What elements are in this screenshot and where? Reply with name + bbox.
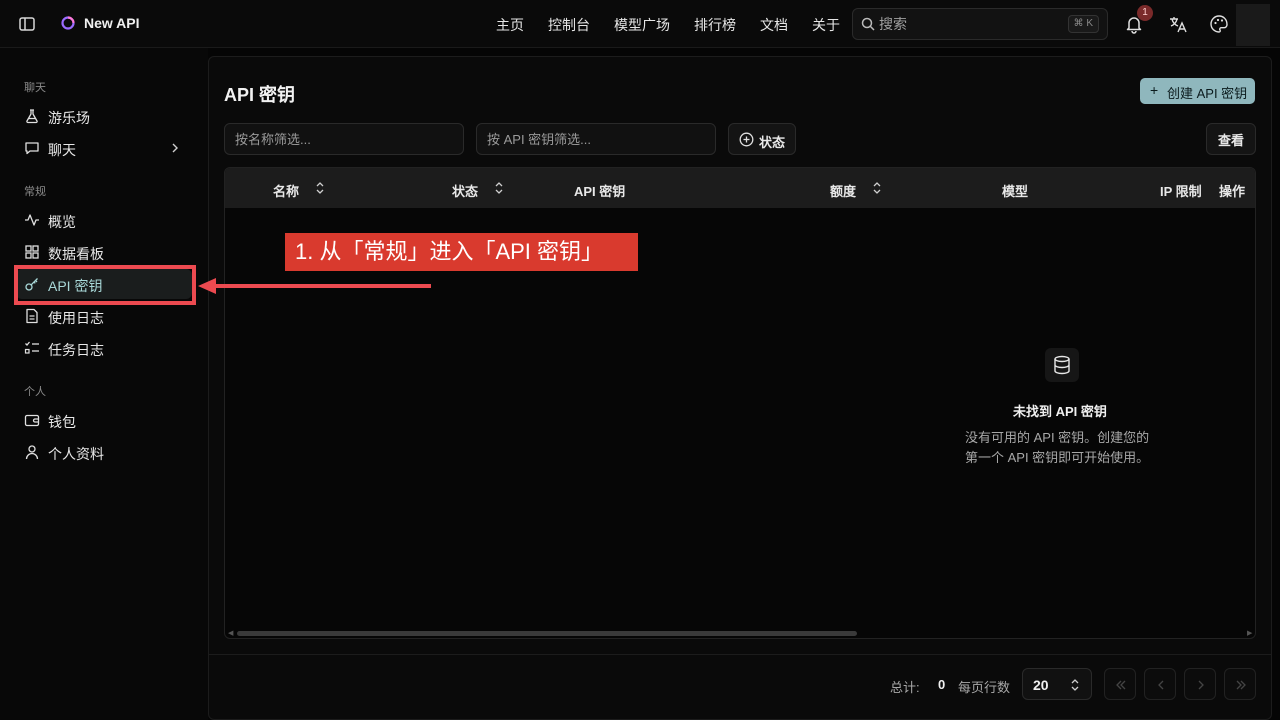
sidebar-section-personal: 个人: [24, 386, 46, 398]
list-check-icon: [24, 340, 40, 356]
chevron-left-icon: [1158, 680, 1164, 690]
first-page-button[interactable]: [1104, 668, 1136, 700]
total-count: 0: [938, 677, 946, 692]
create-api-key-label: 创建 API 密钥: [1167, 86, 1248, 101]
nav-leaderboard[interactable]: 排行榜: [694, 15, 736, 35]
nav-home[interactable]: 主页: [496, 15, 524, 35]
nav-console[interactable]: 控制台: [548, 15, 590, 35]
create-api-key-button[interactable]: + 创建 API 密钥: [1140, 78, 1255, 104]
table-header: 名称 状态 API 密钥 额度 模型 IP 限制 操作: [225, 168, 1255, 208]
annotation-arrow: [198, 278, 431, 294]
sidebar-item-label: 概览: [48, 214, 76, 230]
column-header-status[interactable]: 状态: [452, 181, 478, 200]
chevron-right-icon: [1198, 680, 1204, 690]
chevrons-left-icon: [1116, 680, 1126, 690]
rows-per-page-label: 每页行数: [958, 680, 1011, 695]
search-input[interactable]: [879, 9, 1039, 39]
rows-per-page-value: 20: [1033, 677, 1049, 693]
column-header-actions: 操作: [1219, 184, 1246, 199]
user-icon: [24, 444, 40, 460]
last-page-button[interactable]: [1224, 668, 1256, 700]
database-icon: [1045, 348, 1079, 382]
sidebar-section-general: 常规: [24, 186, 46, 198]
file-text-icon: [24, 308, 40, 324]
sidebar-item-profile[interactable]: 个人资料: [16, 437, 192, 467]
rows-per-page-select[interactable]: 20: [1022, 668, 1092, 700]
app-logo-icon: [60, 15, 76, 31]
name-filter-input[interactable]: [224, 123, 464, 155]
total-label: 总计:: [890, 680, 920, 695]
sidebar-item-label: 游乐场: [48, 110, 90, 126]
empty-state-title: 未找到 API 密钥: [1013, 404, 1107, 419]
palette-icon[interactable]: [1209, 14, 1229, 34]
status-filter-label: 状态: [759, 135, 786, 150]
dashboard-icon: [24, 244, 40, 260]
nav-model-plaza[interactable]: 模型广场: [614, 15, 670, 35]
sidebar-item-playground[interactable]: 游乐场: [16, 101, 192, 131]
scroll-right-arrow[interactable]: ▶: [1247, 629, 1252, 637]
sidebar-item-usage-logs[interactable]: 使用日志: [16, 301, 192, 331]
app-title[interactable]: New API: [84, 15, 140, 31]
page-title: API 密钥: [224, 85, 296, 105]
footer-divider: [208, 654, 1272, 655]
search-box[interactable]: ⌘ K: [852, 8, 1108, 40]
flask-icon: [24, 108, 40, 124]
scroll-left-arrow[interactable]: ◀: [228, 629, 233, 637]
view-options-button[interactable]: 查看: [1206, 123, 1256, 155]
sidebar-item-overview[interactable]: 概览: [16, 205, 192, 235]
column-header-ip-limit: IP 限制: [1160, 184, 1202, 199]
annotation-callout: 1. 从「常规」进入「API 密钥」: [285, 233, 638, 271]
notification-badge: 1: [1137, 5, 1153, 21]
translate-icon[interactable]: [1168, 14, 1188, 34]
sidebar-item-label: 数据看板: [48, 246, 104, 262]
chevron-right-icon[interactable]: [168, 141, 182, 155]
sidebar-item-task-logs[interactable]: 任务日志: [16, 333, 192, 363]
status-filter-button[interactable]: 状态: [728, 123, 796, 155]
sidebar-item-label: 聊天: [48, 142, 76, 158]
sidebar-item-label: 使用日志: [48, 310, 104, 326]
sidebar-item-label: 个人资料: [48, 446, 104, 462]
sort-icon[interactable]: [872, 181, 882, 195]
top-bar: New API 主页 控制台 模型广场 排行榜 文档 关于 ⌘ K 1: [0, 0, 1280, 48]
sidebar-item-chat[interactable]: 聊天: [16, 133, 192, 163]
plus-circle-icon: [739, 132, 754, 147]
next-page-button[interactable]: [1184, 668, 1216, 700]
sidebar-item-label: 钱包: [48, 414, 76, 430]
sidebar-item-dashboard[interactable]: 数据看板: [16, 237, 192, 267]
sidebar-item-wallet[interactable]: 钱包: [16, 405, 192, 435]
column-header-api-key: API 密钥: [574, 184, 626, 199]
chat-icon: [24, 140, 40, 156]
column-header-models: 模型: [1002, 184, 1029, 199]
previous-page-button[interactable]: [1144, 668, 1176, 700]
empty-state-line: 没有可用的 API 密钥。创建您的: [965, 430, 1150, 445]
sidebar-section-chat: 聊天: [24, 82, 46, 94]
avatar[interactable]: [1236, 4, 1270, 46]
column-header-quota[interactable]: 额度: [830, 181, 856, 200]
key-filter-input[interactable]: [476, 123, 716, 155]
sidebar-toggle-icon[interactable]: [18, 15, 36, 33]
empty-state-description: 没有可用的 API 密钥。创建您的 第一个 API 密钥即可开始使用。: [965, 428, 1175, 468]
horizontal-scrollbar[interactable]: [237, 631, 857, 636]
search-icon: [861, 17, 875, 31]
activity-icon: [24, 212, 40, 228]
column-header-name[interactable]: 名称: [273, 181, 299, 200]
nav-about[interactable]: 关于: [812, 15, 840, 35]
empty-state-line: 第一个 API 密钥即可开始使用。: [965, 450, 1150, 465]
annotation-highlight-box: [14, 265, 196, 305]
wallet-icon: [24, 412, 40, 428]
sort-icon[interactable]: [315, 181, 325, 195]
sort-icon[interactable]: [494, 181, 504, 195]
nav-docs[interactable]: 文档: [760, 15, 788, 35]
plus-icon: +: [1150, 82, 1159, 98]
chevron-updown-icon: [1069, 678, 1081, 692]
sidebar-item-label: 任务日志: [48, 342, 104, 358]
search-shortcut-hint: ⌘ K: [1067, 15, 1099, 33]
chevrons-right-icon: [1236, 680, 1246, 690]
